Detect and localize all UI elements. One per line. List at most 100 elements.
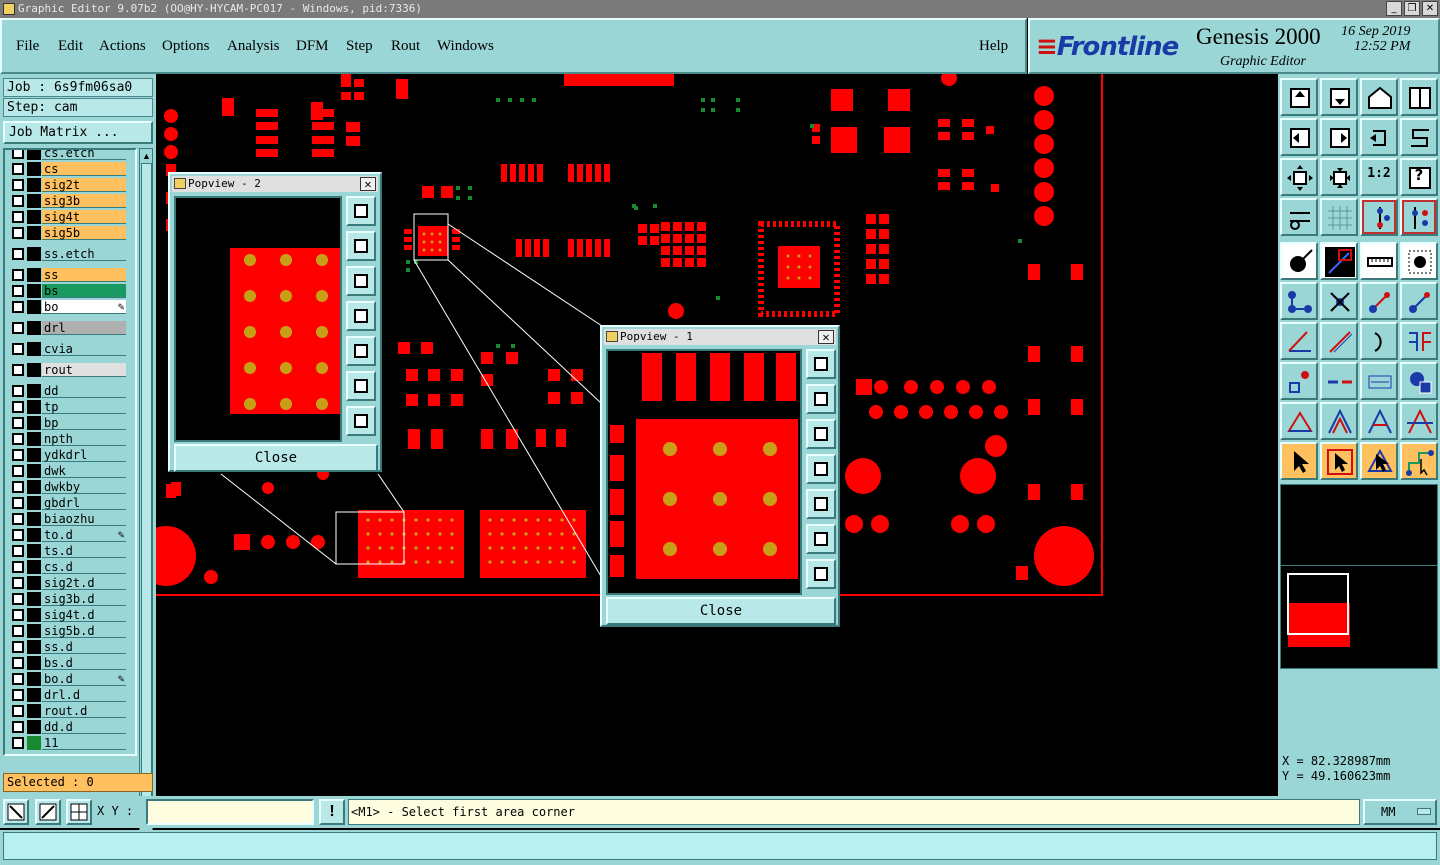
- layer-checkbox[interactable]: [12, 343, 24, 355]
- layer-color-swatch[interactable]: [27, 624, 41, 638]
- layer-row[interactable]: bp: [7, 416, 133, 430]
- measure-distance-icon[interactable]: [35, 799, 61, 825]
- layer-name[interactable]: gbdrl: [42, 496, 126, 510]
- layer-color-swatch[interactable]: [27, 656, 41, 670]
- layer-name[interactable]: ydkdrl: [42, 448, 126, 462]
- layer-checkbox[interactable]: [12, 721, 24, 733]
- layer-row[interactable]: sig3b.d: [7, 592, 133, 606]
- layer-checkbox[interactable]: [12, 529, 24, 541]
- layer-name[interactable]: cs.d: [42, 560, 126, 574]
- layer-color-swatch[interactable]: [27, 416, 41, 430]
- layer-name[interactable]: cs: [42, 162, 126, 176]
- zoom-window-icon[interactable]: [346, 196, 376, 226]
- layer-checkbox[interactable]: [12, 322, 24, 334]
- layer-row[interactable]: tp: [7, 400, 133, 414]
- layer-color-swatch[interactable]: [27, 544, 41, 558]
- layer-checkbox[interactable]: [12, 737, 24, 749]
- pan-right-icon[interactable]: [1320, 118, 1358, 156]
- layer-checkbox[interactable]: [12, 625, 24, 637]
- net-select-icon[interactable]: [1400, 198, 1438, 236]
- layer-row[interactable]: sig4t.d: [7, 608, 133, 622]
- layer-checkbox[interactable]: [12, 481, 24, 493]
- layer-checkbox[interactable]: [12, 364, 24, 376]
- popview-2-view[interactable]: [174, 196, 342, 442]
- minimize-button[interactable]: _: [1386, 1, 1402, 16]
- pan-up-icon[interactable]: [346, 231, 376, 261]
- zoom-fit-icon[interactable]: [1320, 78, 1358, 116]
- layer-checkbox[interactable]: [12, 593, 24, 605]
- layer-color-swatch[interactable]: [27, 448, 41, 462]
- layer-row[interactable]: sig2t.d: [7, 576, 133, 590]
- pan-left-icon[interactable]: [1280, 118, 1318, 156]
- layer-color-swatch[interactable]: [27, 688, 41, 702]
- xy-input[interactable]: [146, 799, 314, 825]
- layer-name[interactable]: ss.etch: [42, 247, 126, 261]
- menu-edit[interactable]: Edit: [58, 38, 83, 55]
- layer-checkbox[interactable]: [12, 513, 24, 525]
- layer-name[interactable]: rout.d: [42, 704, 126, 718]
- overview-viewport[interactable]: [1287, 573, 1349, 635]
- layer-name[interactable]: bs.d: [42, 656, 126, 670]
- wrench-settings-icon[interactable]: [1280, 198, 1318, 236]
- layer-row[interactable]: sig5b.d: [7, 624, 133, 638]
- layer-row[interactable]: sig2t: [7, 178, 133, 192]
- move-pad-icon[interactable]: [1280, 362, 1318, 400]
- route-via-icon[interactable]: [1400, 282, 1438, 320]
- layer-color-swatch[interactable]: [27, 512, 41, 526]
- layer-name[interactable]: sig5b.d: [42, 624, 126, 638]
- add-pad-icon[interactable]: [1280, 242, 1318, 280]
- popview-2-close-button[interactable]: Close: [174, 444, 378, 472]
- layer-row[interactable]: cvia: [7, 342, 133, 356]
- layer-checkbox[interactable]: [12, 211, 24, 223]
- layer-row[interactable]: ss.etch: [7, 247, 133, 261]
- zoom-in-icon[interactable]: [806, 559, 836, 589]
- ruler-icon[interactable]: [1360, 242, 1398, 280]
- layer-color-swatch[interactable]: [27, 321, 41, 335]
- layer-name[interactable]: cs.etch: [42, 150, 126, 160]
- add-surface-icon[interactable]: [1400, 242, 1438, 280]
- layer-checkbox[interactable]: [12, 609, 24, 621]
- layer-name[interactable]: bo: [42, 300, 126, 314]
- layer-row[interactable]: dd: [7, 384, 133, 398]
- layer-name[interactable]: bo.d: [42, 672, 126, 686]
- layer-color-swatch[interactable]: [27, 226, 41, 240]
- layer-row[interactable]: ts.d: [7, 544, 133, 558]
- delete-feature-icon[interactable]: [1320, 282, 1358, 320]
- layer-color-swatch[interactable]: [27, 640, 41, 654]
- pan-down-icon[interactable]: [806, 419, 836, 449]
- select-area-icon[interactable]: [1360, 442, 1398, 480]
- close-window-button[interactable]: ✕: [1422, 1, 1438, 16]
- layer-name[interactable]: biaozhu: [42, 512, 126, 526]
- split-line-icon[interactable]: [1320, 362, 1358, 400]
- select-net-icon[interactable]: [1400, 442, 1438, 480]
- layer-name[interactable]: dd: [42, 384, 126, 398]
- menu-rout[interactable]: Rout: [391, 38, 420, 55]
- layer-name[interactable]: tp: [42, 400, 126, 414]
- mirror-icon[interactable]: [1400, 322, 1438, 360]
- layer-checkbox[interactable]: [12, 561, 24, 573]
- pan-left-icon[interactable]: [806, 454, 836, 484]
- layer-name[interactable]: sig5b: [42, 226, 126, 240]
- zoom-window-icon[interactable]: [806, 349, 836, 379]
- layer-row[interactable]: bo ✎: [7, 300, 133, 314]
- layer-name[interactable]: rout: [42, 363, 126, 377]
- layer-row[interactable]: cs.etch: [7, 150, 133, 160]
- swap-view-icon[interactable]: [1400, 118, 1438, 156]
- layer-row[interactable]: npth: [7, 432, 133, 446]
- layer-color-swatch[interactable]: [27, 592, 41, 606]
- overview-map[interactable]: [1280, 484, 1438, 669]
- zoom-out-icon[interactable]: [1280, 158, 1318, 196]
- menu-step[interactable]: Step: [346, 38, 373, 55]
- menu-dfm[interactable]: DFM: [296, 38, 329, 55]
- layer-row[interactable]: bo.d ✎: [7, 672, 133, 686]
- layer-row[interactable]: rout: [7, 363, 133, 377]
- layer-row[interactable]: sig5b: [7, 226, 133, 240]
- layer-name[interactable]: drl.d: [42, 688, 126, 702]
- popview-2-close-icon[interactable]: ✕: [360, 177, 376, 191]
- layer-color-swatch[interactable]: [27, 432, 41, 446]
- layer-checkbox[interactable]: [12, 417, 24, 429]
- layer-checkbox[interactable]: [12, 227, 24, 239]
- layer-row[interactable]: 11: [7, 736, 133, 750]
- layer-checkbox[interactable]: [12, 449, 24, 461]
- add-line-icon[interactable]: [1320, 242, 1358, 280]
